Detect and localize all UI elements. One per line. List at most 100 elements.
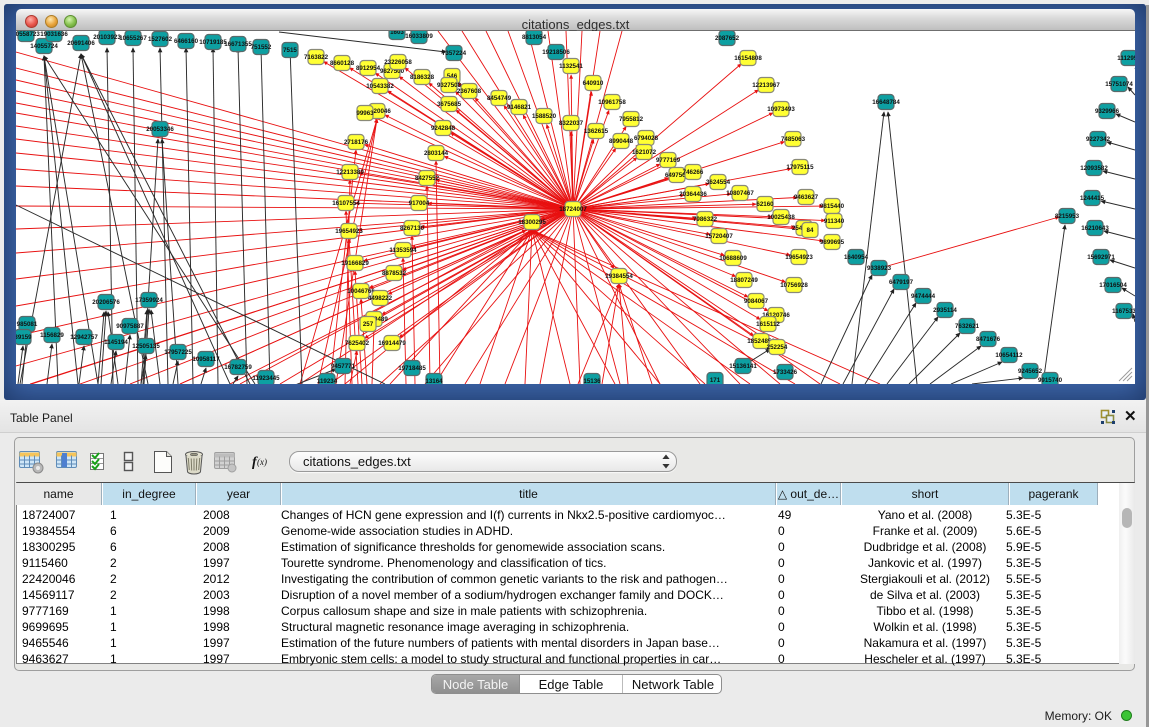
svg-text:10756928: 10756928 (780, 282, 808, 289)
svg-text:19031636: 19031636 (40, 31, 68, 38)
svg-text:9245652: 9245652 (1018, 368, 1043, 375)
svg-text:7515: 7515 (283, 47, 297, 54)
svg-text:119234: 119234 (317, 378, 338, 384)
svg-text:9474444: 9474444 (911, 293, 936, 300)
svg-text:20206576: 20206576 (92, 299, 120, 306)
svg-text:1733426: 1733426 (773, 369, 798, 376)
svg-text:15136: 15136 (583, 378, 601, 384)
svg-text:10807467: 10807467 (726, 190, 754, 197)
svg-text:17016504: 17016504 (1099, 282, 1127, 289)
svg-text:12942757: 12942757 (70, 334, 98, 341)
svg-text:911340: 911340 (824, 218, 845, 225)
svg-text:1621072: 1621072 (632, 149, 657, 156)
svg-text:1132541: 1132541 (559, 63, 583, 70)
svg-text:10961758: 10961758 (598, 99, 626, 106)
svg-text:19654923: 19654923 (785, 254, 813, 261)
svg-text:12213389: 12213389 (336, 169, 364, 176)
svg-text:20053346: 20053346 (146, 126, 174, 133)
svg-text:252254: 252254 (767, 344, 788, 351)
svg-text:16033809: 16033809 (405, 33, 433, 40)
svg-text:12505135: 12505135 (132, 343, 160, 350)
svg-text:90975887: 90975887 (116, 323, 144, 330)
svg-text:8813054: 8813054 (522, 34, 547, 41)
svg-text:18807249: 18807249 (730, 277, 758, 284)
svg-text:18724007: 18724007 (559, 206, 587, 213)
svg-text:16648784: 16648784 (872, 99, 900, 106)
svg-text:15720407: 15720407 (705, 233, 733, 240)
svg-text:8471676: 8471676 (976, 336, 1001, 343)
svg-text:11923445: 11923445 (252, 375, 280, 382)
svg-text:15751074: 15751074 (1105, 81, 1133, 88)
svg-text:6479197: 6479197 (889, 279, 914, 286)
svg-text:10655267: 10655267 (119, 35, 147, 42)
svg-text:8912954: 8912954 (356, 65, 381, 72)
svg-text:9242848: 9242848 (431, 125, 456, 132)
svg-text:9899695: 9899695 (820, 239, 845, 246)
svg-text:16210643: 16210643 (1081, 225, 1109, 232)
svg-text:16914479: 16914479 (378, 340, 406, 347)
svg-text:9146821: 9146821 (507, 104, 532, 111)
svg-text:39159: 39159 (16, 334, 32, 341)
svg-text:1603: 1603 (390, 31, 404, 36)
svg-text:16671355: 16671355 (224, 41, 252, 48)
svg-text:16782759: 16782759 (224, 364, 252, 371)
svg-text:19654923: 19654923 (335, 228, 363, 235)
svg-text:7986322: 7986322 (693, 216, 718, 223)
svg-text:10958117: 10958117 (192, 356, 220, 363)
svg-text:19384554: 19384554 (605, 273, 633, 280)
svg-text:8267130: 8267130 (400, 225, 425, 232)
svg-text:15692971: 15692971 (1087, 254, 1115, 261)
svg-text:2718176: 2718176 (344, 139, 369, 146)
svg-text:8990448: 8990448 (609, 138, 634, 145)
svg-text:7632621: 7632621 (955, 323, 980, 330)
svg-text:20103923: 20103923 (93, 34, 121, 41)
svg-text:16107554: 16107554 (332, 200, 360, 207)
svg-text:1156829: 1156829 (40, 332, 64, 339)
svg-text:8454749: 8454749 (487, 95, 512, 102)
svg-text:1145194: 1145194 (104, 339, 128, 346)
svg-text:12093582: 12093582 (1080, 165, 1108, 172)
svg-text:4498222: 4498222 (368, 295, 393, 302)
svg-text:9338923: 9338923 (867, 265, 892, 272)
svg-text:985081: 985081 (17, 321, 38, 328)
svg-text:3624554: 3624554 (706, 179, 731, 186)
svg-text:1362615: 1362615 (584, 128, 609, 135)
svg-text:8186328: 8186328 (410, 74, 435, 81)
svg-text:10046766: 10046766 (347, 288, 375, 295)
svg-text:640910: 640910 (583, 80, 604, 87)
svg-text:10719185: 10719185 (199, 39, 227, 46)
svg-text:17359924: 17359924 (135, 297, 163, 304)
svg-text:9815440: 9815440 (820, 203, 845, 210)
svg-text:8427552: 8427552 (415, 175, 440, 182)
svg-text:7955812: 7955812 (619, 116, 644, 123)
svg-text:7485063: 7485063 (781, 136, 806, 143)
svg-text:12213967: 12213967 (752, 82, 780, 89)
svg-text:20364436: 20364436 (679, 191, 707, 198)
svg-text:15136141: 15136141 (729, 363, 757, 370)
svg-text:746266: 746266 (683, 169, 704, 176)
svg-text:9329966: 9329966 (1095, 108, 1120, 115)
svg-text:1615112: 1615112 (756, 321, 780, 328)
svg-text:8215953: 8215953 (1055, 213, 1080, 220)
svg-text:1640954: 1640954 (844, 254, 869, 261)
svg-text:10688609: 10688609 (719, 255, 747, 262)
svg-text:20558723: 20558723 (16, 31, 40, 38)
svg-text:11353594: 11353594 (389, 247, 417, 254)
svg-text:9915740: 9915740 (1038, 377, 1063, 384)
svg-text:3675685: 3675685 (437, 101, 462, 108)
svg-text:7625402: 7625402 (345, 340, 370, 347)
svg-text:751552: 751552 (251, 44, 272, 51)
svg-text:2803144: 2803144 (424, 150, 449, 157)
svg-text:19218506: 19218506 (542, 49, 570, 56)
svg-text:171: 171 (710, 377, 721, 384)
svg-text:1244415: 1244415 (1080, 195, 1105, 202)
svg-text:9463627: 9463627 (794, 194, 819, 201)
svg-text:9084067: 9084067 (744, 298, 769, 305)
svg-text:99963: 99963 (356, 110, 374, 117)
svg-text:2935114: 2935114 (933, 307, 957, 314)
svg-text:8322037: 8322037 (559, 120, 584, 127)
svg-text:10654112: 10654112 (995, 352, 1023, 359)
svg-text:917004: 917004 (409, 200, 430, 207)
svg-text:23226058: 23226058 (384, 59, 412, 66)
svg-text:1588520: 1588520 (532, 113, 557, 120)
